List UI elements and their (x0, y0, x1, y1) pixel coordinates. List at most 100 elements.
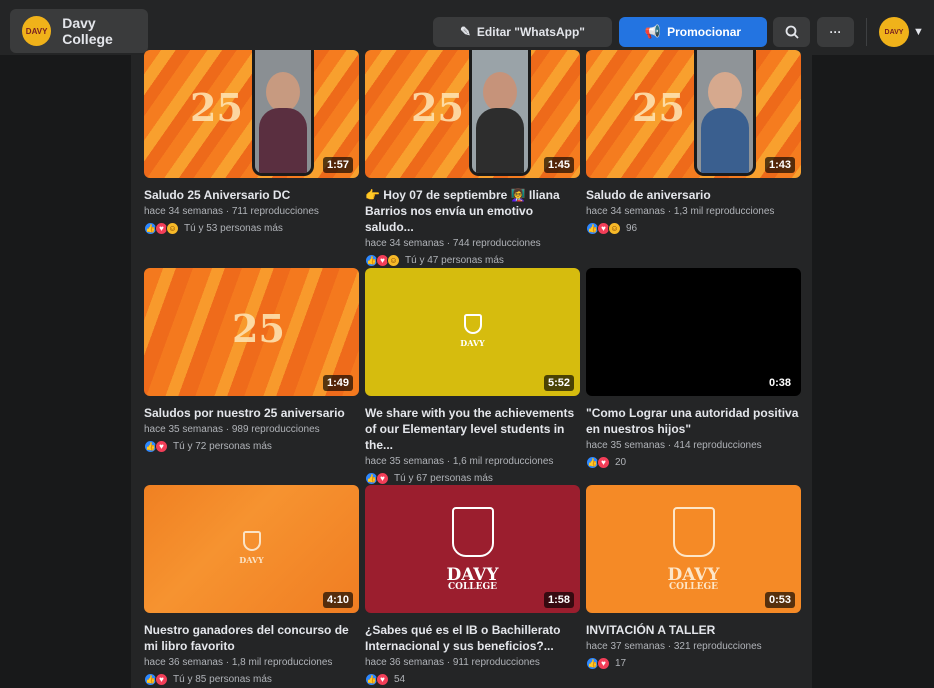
pencil-icon: ✎ (460, 24, 471, 39)
promote-label: Promocionar (667, 25, 742, 39)
person-head (266, 72, 300, 112)
video-title[interactable]: 👉 Hoy 07 de septiembre 👩‍🏫 Iliana Barrio… (365, 187, 580, 235)
person-head (483, 72, 517, 112)
crest-label: DAVY (239, 555, 264, 565)
reactions-summary[interactable]: 👍 ♥ ☺ Tú y 53 personas más (144, 222, 359, 235)
reactions-count: 17 (615, 658, 627, 669)
video-title[interactable]: We share with you the achievements of ou… (365, 405, 580, 453)
reactions-count: Tú y 72 personas más (173, 441, 272, 452)
anniversary-graphic: 25 (190, 85, 243, 130)
chevron-down-icon[interactable]: ▼ (913, 26, 924, 38)
video-meta: hace 36 semanas · 911 reproducciones (365, 657, 540, 668)
reactions-count: 20 (615, 457, 627, 468)
reactions-summary[interactable]: 👍 ♥ ☺ 96 (586, 222, 801, 235)
reactions-summary[interactable]: 👍 ♥ 54 (365, 673, 580, 686)
love-icon: ♥ (376, 673, 389, 686)
video-card[interactable]: DAVY COLLEGE 1:58 ¿Sabes qué es el IB o … (365, 485, 580, 686)
video-thumbnail[interactable]: DAVY COLLEGE 0:53 (586, 485, 801, 613)
video-duration: 0:38 (768, 377, 791, 389)
person-body (701, 108, 749, 173)
reactions-summary[interactable]: 👍 ♥ ☺ Tú y 47 personas más (365, 254, 580, 267)
video-thumbnail[interactable]: DAVY 5:52 (365, 268, 580, 396)
crest-label: DAVY (460, 338, 485, 348)
reactions-count: Tú y 53 personas más (184, 223, 283, 234)
care-icon: ☺ (608, 222, 621, 235)
video-thumbnail[interactable]: 25 1:57 (144, 50, 359, 178)
reactions-summary[interactable]: 👍 ♥ 17 (586, 657, 801, 670)
video-card[interactable]: DAVY COLLEGE 0:53 INVITACIÓN A TALLER ha… (586, 485, 801, 670)
edit-whatsapp-button[interactable]: ✎ Editar "WhatsApp" (433, 17, 612, 47)
page-logo: DAVY (22, 16, 52, 46)
video-duration: 1:45 (543, 157, 574, 173)
video-title[interactable]: Nuestro ganadores del concurso de mi lib… (144, 622, 359, 654)
care-icon: ☺ (387, 254, 400, 267)
video-title[interactable]: "Como Lograr una autoridad positiva en n… (586, 405, 801, 437)
reactions-count: Tú y 47 personas más (405, 255, 504, 266)
video-duration: 1:49 (322, 375, 353, 391)
search-button[interactable] (773, 17, 810, 47)
megaphone-icon: 📢 (644, 24, 662, 39)
more-options-button[interactable]: ··· (817, 17, 854, 47)
video-title[interactable]: INVITACIÓN A TALLER (586, 622, 801, 638)
school-crest-graphic (463, 314, 482, 334)
video-meta: hace 34 semanas · 1,3 mil reproducciones (586, 206, 775, 217)
love-icon: ♥ (597, 657, 610, 670)
person-head (708, 72, 742, 112)
video-card[interactable]: 0:38 "Como Lograr una autoridad positiva… (586, 268, 801, 469)
reactions-count: 96 (626, 223, 638, 234)
promote-button[interactable]: 📢 Promocionar (619, 17, 767, 47)
care-icon: ☺ (166, 222, 179, 235)
love-icon: ♥ (597, 456, 610, 469)
video-meta: hace 36 semanas · 1,8 mil reproducciones (144, 657, 333, 668)
phone-frame-graphic (469, 50, 531, 176)
person-body (259, 108, 307, 173)
anniversary-graphic: 25 (232, 306, 285, 351)
video-thumbnail[interactable]: 25 1:43 (586, 50, 801, 178)
person-body (476, 108, 524, 173)
video-meta: hace 35 semanas · 989 reproducciones (144, 424, 320, 435)
reactions-summary[interactable]: 👍 ♥ Tú y 67 personas más (365, 472, 580, 485)
video-card[interactable]: 25 1:57 Saludo 25 Aniversario DC hace 34… (144, 50, 359, 235)
top-bar: DAVY Davy College ✎ Editar "WhatsApp" 📢 … (0, 0, 934, 55)
search-icon (785, 25, 799, 39)
crest-sublabel: COLLEGE (447, 582, 498, 592)
video-thumbnail[interactable]: DAVY 4:10 (144, 485, 359, 613)
love-icon: ♥ (155, 673, 168, 686)
reactions-count: 54 (394, 674, 406, 685)
video-duration: 1:43 (764, 157, 795, 173)
video-card[interactable]: DAVY 5:52 We share with you the achievem… (365, 268, 580, 485)
love-icon: ♥ (376, 472, 389, 485)
video-card[interactable]: DAVY 4:10 Nuestro ganadores del concurso… (144, 485, 359, 686)
love-icon: ♥ (155, 440, 168, 453)
page-name: Davy College (62, 15, 113, 47)
video-meta: hace 34 semanas · 711 reproducciones (144, 206, 319, 217)
video-title[interactable]: Saludos por nuestro 25 aniversario (144, 405, 359, 421)
more-icon: ··· (829, 25, 842, 39)
reactions-count: Tú y 85 personas más (173, 674, 272, 685)
video-card[interactable]: 25 1:45 👉 Hoy 07 de septiembre 👩‍🏫 Ilian… (365, 50, 580, 267)
video-card[interactable]: 25 1:49 Saludos por nuestro 25 aniversar… (144, 268, 359, 453)
video-thumbnail[interactable]: DAVY COLLEGE 1:58 (365, 485, 580, 613)
reactions-summary[interactable]: 👍 ♥ 20 (586, 456, 801, 469)
video-thumbnail[interactable]: 25 1:45 (365, 50, 580, 178)
school-crest-graphic (451, 507, 494, 557)
school-crest-graphic (672, 507, 715, 557)
video-title[interactable]: ¿Sabes qué es el IB o Bachillerato Inter… (365, 622, 580, 654)
phone-frame-graphic (252, 50, 314, 176)
crest-sublabel: COLLEGE (668, 582, 719, 592)
page-brand-button[interactable]: DAVY Davy College (10, 9, 148, 53)
video-duration: 1:57 (322, 157, 353, 173)
video-meta: hace 35 semanas · 1,6 mil reproducciones (365, 456, 554, 467)
reactions-summary[interactable]: 👍 ♥ Tú y 72 personas más (144, 440, 359, 453)
video-duration: 0:53 (764, 592, 795, 608)
video-title[interactable]: Saludo 25 Aniversario DC (144, 187, 359, 203)
video-card[interactable]: 25 1:43 Saludo de aniversario hace 34 se… (586, 50, 801, 235)
reactions-count: Tú y 67 personas más (394, 473, 493, 484)
video-duration: 5:52 (543, 375, 574, 391)
video-title[interactable]: Saludo de aniversario (586, 187, 801, 203)
reactions-summary[interactable]: 👍 ♥ Tú y 85 personas más (144, 673, 359, 686)
school-crest-graphic (242, 531, 261, 551)
video-thumbnail[interactable]: 25 1:49 (144, 268, 359, 396)
video-thumbnail[interactable]: 0:38 (586, 268, 801, 396)
account-avatar[interactable]: DAVY (879, 17, 909, 47)
